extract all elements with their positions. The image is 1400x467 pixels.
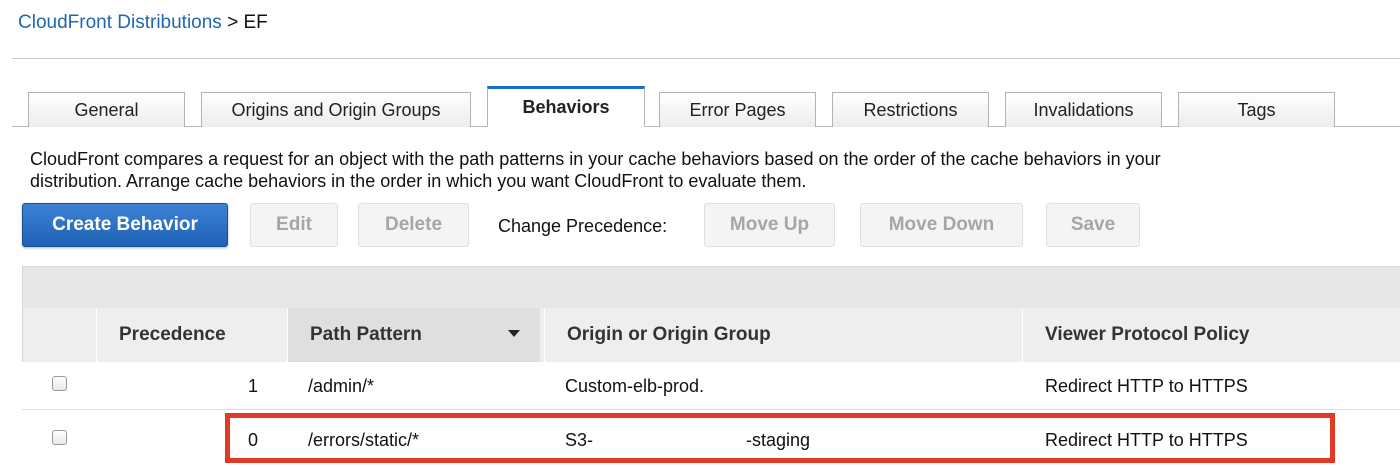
cell-path-pattern: /errors/static/* [308, 430, 420, 450]
column-header-path-pattern[interactable]: Path Pattern [287, 308, 540, 362]
move-down-button[interactable]: Move Down [860, 203, 1023, 247]
breadcrumb-separator: > [227, 12, 239, 33]
tab-invalidations[interactable]: Invalidations [1005, 92, 1162, 127]
cell-origin-suffix: -staging [746, 430, 811, 450]
move-up-button[interactable]: Move Up [704, 203, 835, 247]
table-header: Precedence Path Pattern Origin or Origin… [22, 308, 1400, 362]
tab-behaviors[interactable]: Behaviors [487, 86, 645, 127]
row-checkbox[interactable] [52, 376, 67, 391]
tab-general[interactable]: General [28, 92, 185, 127]
cell-precedence: 0 [248, 430, 259, 450]
table-row[interactable]: 0 /errors/static/* S3- -staging Redirect… [22, 413, 1400, 461]
breadcrumb-current: EF [243, 12, 268, 33]
sort-descending-icon [508, 330, 520, 337]
tab-origins[interactable]: Origins and Origin Groups [201, 92, 471, 127]
column-header-origin[interactable]: Origin or Origin Group [544, 308, 1020, 362]
table-row[interactable]: 1 /admin/* Custom-elb-prod. Redirect HTT… [22, 362, 1400, 410]
column-header-viewer-protocol[interactable]: Viewer Protocol Policy [1022, 308, 1400, 362]
column-header-precedence[interactable]: Precedence [96, 308, 286, 362]
breadcrumb: CloudFront Distributions > EF [18, 12, 268, 34]
cell-viewer-protocol-policy: Redirect HTTP to HTTPS [1045, 376, 1248, 396]
cell-origin: Custom-elb-prod. [565, 376, 705, 396]
header-divider [12, 58, 1400, 59]
cell-viewer-protocol-policy: Redirect HTTP to HTTPS [1045, 430, 1248, 450]
cell-precedence: 1 [248, 376, 259, 396]
column-header-path-pattern-label: Path Pattern [310, 324, 422, 345]
cell-path-pattern: /admin/* [308, 376, 375, 396]
breadcrumb-link-distributions[interactable]: CloudFront Distributions [18, 12, 222, 33]
change-precedence-label: Change Precedence: [498, 216, 668, 236]
row-checkbox[interactable] [52, 430, 67, 445]
cell-origin-prefix: S3- [565, 430, 594, 450]
tab-restrictions[interactable]: Restrictions [832, 92, 989, 127]
table-toolbar [22, 266, 1400, 308]
edit-button[interactable]: Edit [250, 203, 338, 247]
delete-button[interactable]: Delete [358, 203, 469, 247]
create-behavior-button[interactable]: Create Behavior [22, 203, 228, 247]
tab-error-pages[interactable]: Error Pages [659, 92, 816, 127]
behaviors-description: CloudFront compares a request for an obj… [30, 149, 1161, 191]
tab-tags[interactable]: Tags [1178, 92, 1335, 127]
save-button[interactable]: Save [1046, 203, 1140, 247]
